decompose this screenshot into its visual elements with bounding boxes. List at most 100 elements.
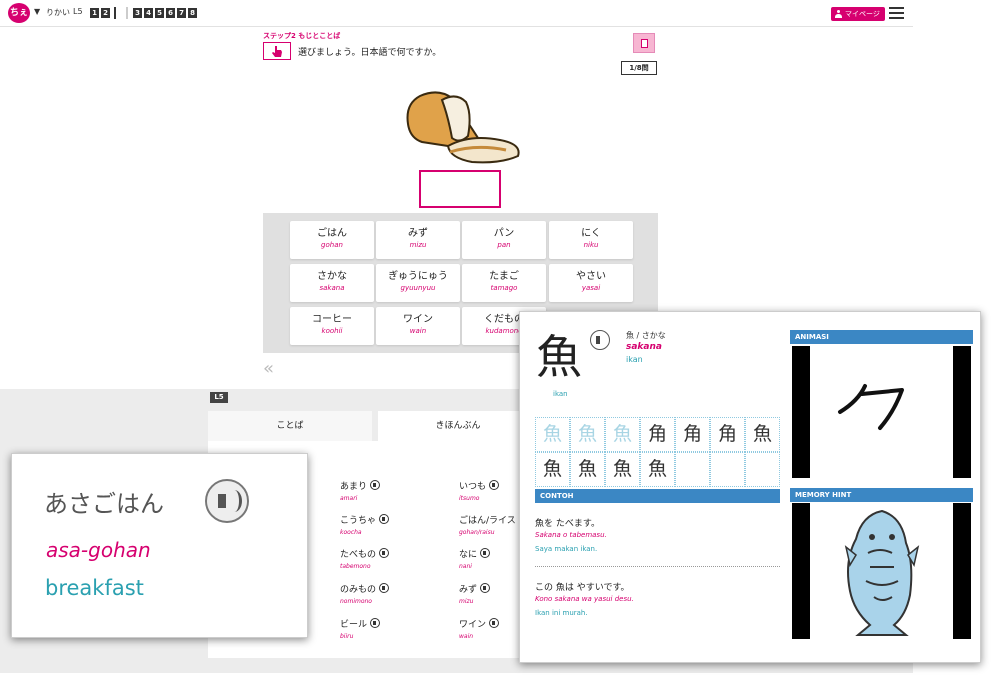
step-2-button[interactable]: 2 — [101, 8, 110, 18]
example-romaji: Kono sakana wa yasui desu. — [535, 595, 634, 603]
bread-illustration — [406, 91, 520, 164]
example-romaji: Sakana o tabemasu. — [535, 531, 607, 539]
animasi-header: ANIMASI — [790, 330, 973, 344]
speaker-icon[interactable] — [590, 330, 610, 350]
logo[interactable]: ちぇ — [8, 3, 30, 23]
option-niku[interactable]: にく niku — [549, 221, 633, 259]
speaker-icon[interactable] — [379, 583, 390, 593]
stroke-cell: 魚 — [535, 452, 570, 487]
stroke-order-grid: 魚 魚 魚 角 角 角 魚 魚 魚 魚 魚 — [535, 417, 780, 487]
word-romaji: asa-gohan — [46, 538, 151, 562]
tap-hint-button[interactable] — [263, 42, 291, 60]
kanji-reading: 魚 / さかな — [626, 331, 666, 340]
stroke-cell — [710, 452, 745, 487]
option-mizu[interactable]: みず mizu — [376, 221, 460, 259]
tab-kotoba[interactable]: ことば — [208, 411, 372, 441]
step-divider — [114, 7, 116, 19]
stroke-cell: 魚 — [745, 417, 780, 452]
kanji-romaji: sakana — [626, 342, 662, 352]
vocab-item[interactable]: あまり amari — [340, 474, 381, 502]
word-card: あさごはん asa-gohan breakfast — [11, 453, 308, 638]
stroke-cell: 角 — [675, 417, 710, 452]
option-yasai[interactable]: やさい yasai — [549, 264, 633, 302]
speaker-icon[interactable] — [489, 618, 500, 628]
speaker-icon[interactable] — [379, 514, 390, 524]
book-button[interactable] — [633, 33, 655, 53]
vocab-item[interactable]: みず mizu — [459, 577, 491, 605]
option-koohii[interactable]: コーヒー koohii — [290, 307, 374, 345]
example-japanese: この 魚は やすいです。 — [535, 583, 630, 593]
step-5-button[interactable]: 5 — [155, 8, 164, 18]
stroke-cell: 角 — [710, 417, 745, 452]
kanji-meaning-small: ikan — [553, 390, 568, 398]
book-icon — [641, 39, 648, 48]
step-4-button[interactable]: 4 — [144, 8, 153, 18]
stroke-animation-frame — [838, 384, 904, 430]
speaker-icon[interactable] — [489, 480, 500, 490]
stroke-cell: 魚 — [535, 417, 570, 452]
option-wain[interactable]: ワイン wain — [376, 307, 460, 345]
kanji-meaning: ikan — [626, 355, 643, 364]
lesson-label: L5 — [73, 7, 83, 16]
mypage-label: マイページ — [845, 10, 880, 18]
stroke-cell: 角 — [640, 417, 675, 452]
lesson-tag: L5 — [210, 392, 228, 403]
course-label[interactable]: りかい — [46, 7, 70, 18]
top-bar: ちぇ ▼ りかい L5 1 2 3 4 5 6 7 8 マイページ — [0, 0, 913, 27]
stroke-cell: 魚 — [570, 417, 605, 452]
vocab-item[interactable]: ごはん/ライス gohan/raisu — [459, 508, 516, 536]
stroke-cell: 魚 — [605, 417, 640, 452]
step-8-button[interactable]: 8 — [188, 8, 197, 18]
step-divider — [126, 7, 128, 19]
example-japanese: 魚を たべます。 — [535, 519, 600, 529]
stroke-cell — [675, 452, 710, 487]
stroke-cell — [745, 452, 780, 487]
stroke-animation[interactable] — [792, 346, 971, 478]
course-menu-caret-icon[interactable]: ▼ — [34, 7, 40, 16]
pointing-hand-icon — [272, 46, 282, 57]
word-meaning: breakfast — [45, 576, 144, 600]
vocab-item[interactable]: ビール biiru — [340, 612, 381, 640]
speaker-icon[interactable] — [370, 618, 381, 628]
answer-drop-box[interactable] — [419, 170, 501, 208]
speaker-icon[interactable] — [480, 548, 491, 558]
speaker-icon[interactable] — [370, 480, 381, 490]
option-gyuunyuu[interactable]: ぎゅうにゅう gyuunyuu — [376, 264, 460, 302]
kanji-card: 魚 魚 / さかな sakana ikan ikan 魚 魚 魚 角 角 角 魚… — [519, 311, 981, 663]
kanji-character: 魚 — [536, 330, 582, 384]
option-gohan[interactable]: ごはん gohan — [290, 221, 374, 259]
example-divider — [535, 566, 780, 567]
speaker-icon[interactable] — [205, 479, 249, 523]
step-6-button[interactable]: 6 — [166, 8, 175, 18]
word-japanese: あさごはん — [44, 490, 164, 518]
step-title: ステップ2 もじとことば — [263, 32, 341, 40]
stroke-cell: 魚 — [640, 452, 675, 487]
stroke-cell: 魚 — [570, 452, 605, 487]
fish-illustration — [844, 509, 920, 636]
step-3-button[interactable]: 3 — [133, 8, 142, 18]
vocab-item[interactable]: いつも itsumo — [459, 474, 500, 502]
mypage-button[interactable]: マイページ — [831, 7, 885, 21]
vocab-item[interactable]: こうちゃ koocha — [340, 508, 390, 536]
question-text: 選びましょう。日本語で何ですか。 — [298, 48, 442, 58]
menu-icon[interactable] — [889, 6, 904, 20]
example-translation: Saya makan ikan. — [535, 545, 598, 553]
question-counter: 1/8問 — [621, 61, 657, 75]
memory-hint-header: MEMORY HINT — [790, 488, 973, 502]
memory-hint-image — [792, 503, 971, 639]
speaker-icon[interactable] — [480, 583, 491, 593]
user-icon — [835, 10, 842, 18]
vocab-item[interactable]: なに nani — [459, 542, 491, 570]
option-sakana[interactable]: さかな sakana — [290, 264, 374, 302]
vocab-item[interactable]: のみもの nomimono — [340, 577, 390, 605]
speaker-icon[interactable] — [379, 548, 390, 558]
option-tamago[interactable]: たまご tamago — [462, 264, 546, 302]
back-arrow-icon[interactable]: « — [263, 360, 274, 378]
example-translation: Ikan ini murah. — [535, 609, 588, 617]
step-1-button[interactable]: 1 — [90, 8, 99, 18]
vocab-item[interactable]: ワイン wain — [459, 612, 500, 640]
option-pan[interactable]: パン pan — [462, 221, 546, 259]
tab-kihonbun[interactable]: きほんぶん — [378, 411, 538, 441]
vocab-item[interactable]: たべもの tabemono — [340, 542, 390, 570]
step-7-button[interactable]: 7 — [177, 8, 186, 18]
